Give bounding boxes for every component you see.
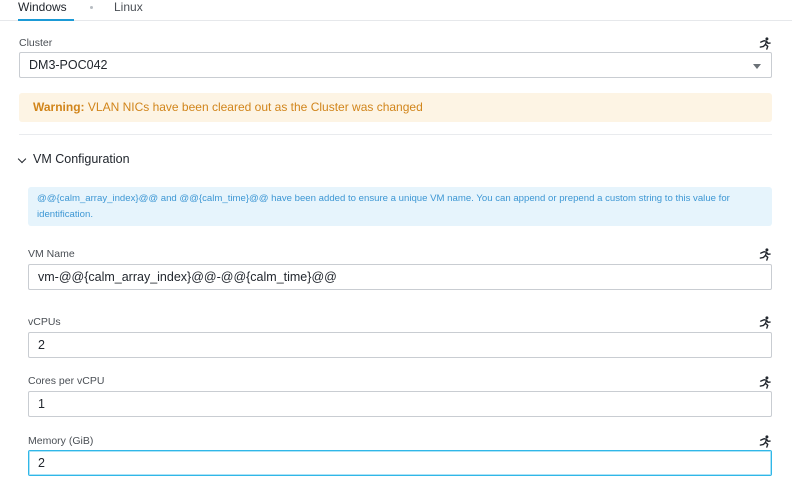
divider [19, 134, 772, 135]
vcpus-input[interactable]: 2 [28, 332, 772, 358]
memory-value: 2 [38, 456, 45, 470]
warning-message: VLAN NICs have been cleared out as the C… [87, 100, 423, 114]
chevron-down-icon [753, 64, 761, 69]
memory-input[interactable]: 2 [28, 450, 772, 476]
tab-windows[interactable]: Windows [18, 0, 74, 21]
chevron-down-icon [17, 154, 27, 164]
vcpus-label: vCPUs [28, 316, 61, 328]
running-man-icon[interactable] [758, 376, 771, 389]
warning-title: Warning: [33, 100, 85, 114]
running-man-icon[interactable] [758, 435, 771, 448]
section-title: VM Configuration [33, 152, 130, 166]
info-message: @@{calm_array_index}@@ and @@{calm_time}… [37, 193, 730, 220]
tab-windows-label: Windows [18, 0, 67, 14]
running-man-icon[interactable] [758, 316, 771, 329]
cores-per-vcpu-input[interactable]: 1 [28, 391, 772, 417]
running-man-icon[interactable] [758, 37, 771, 50]
cores-per-vcpu-label: Cores per vCPU [28, 375, 105, 387]
tab-separator [90, 6, 93, 9]
tab-linux[interactable]: Linux [114, 0, 143, 21]
tab-linux-label: Linux [114, 0, 143, 14]
info-banner: @@{calm_array_index}@@ and @@{calm_time}… [28, 187, 772, 226]
vm-name-label: VM Name [28, 248, 75, 260]
vcpus-value: 2 [38, 338, 45, 352]
memory-label: Memory (GiB) [28, 435, 94, 447]
os-tabs: Windows Linux [0, 0, 792, 21]
cluster-select[interactable]: DM3-POC042 [19, 52, 772, 78]
running-man-icon[interactable] [758, 248, 771, 261]
cluster-label: Cluster [19, 37, 53, 49]
cores-per-vcpu-value: 1 [38, 397, 45, 411]
vm-name-input[interactable]: vm-@@{calm_array_index}@@-@@{calm_time}@… [28, 264, 772, 290]
vm-name-value: vm-@@{calm_array_index}@@-@@{calm_time}@… [38, 270, 337, 284]
warning-banner: Warning: VLAN NICs have been cleared out… [19, 93, 772, 122]
cluster-select-value: DM3-POC042 [29, 58, 108, 72]
